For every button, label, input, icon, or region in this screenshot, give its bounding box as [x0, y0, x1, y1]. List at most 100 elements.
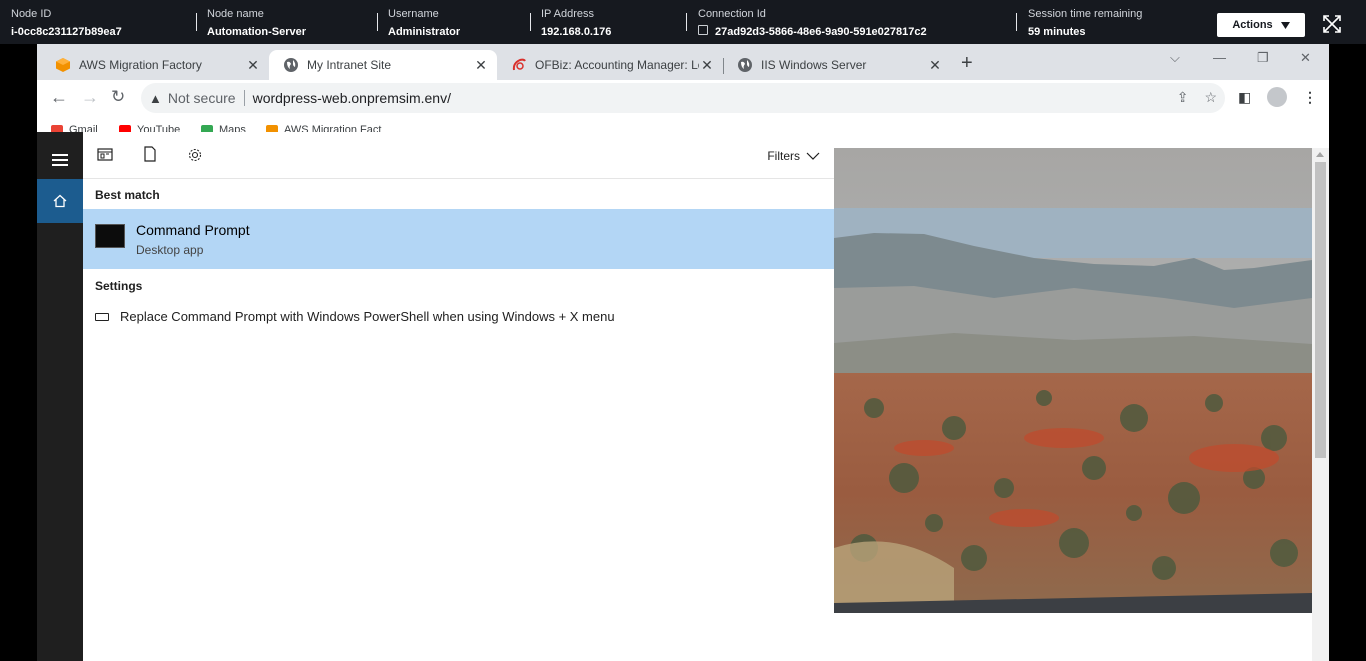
tab-search-icon[interactable]: ⌵	[1170, 50, 1180, 66]
ip-label: IP Address	[541, 8, 594, 20]
url-text[interactable]: wordpress-web.onpremsim.env/	[253, 90, 451, 106]
filters-label: Filters	[767, 149, 800, 163]
connection-id-field: Connection Id 27ad92d3-5866-48e6-9a90-59…	[698, 7, 927, 40]
browser-toolbar: ← → ↻ ▲ Not secure wordpress-web.onprems…	[37, 80, 1329, 116]
settings-heading: Settings	[95, 279, 143, 293]
youtube-icon	[119, 125, 131, 132]
close-window-icon[interactable]: ✕	[1300, 50, 1311, 66]
node-name-value: Automation-Server	[207, 26, 307, 38]
landscape-background-image	[834, 148, 1312, 613]
tab-title: IIS Windows Server	[761, 58, 867, 72]
chevron-down-icon	[806, 152, 820, 160]
close-icon[interactable]: ✕	[927, 57, 943, 74]
restore-icon[interactable]: ❐	[1257, 50, 1269, 66]
minimize-icon[interactable]: —	[1213, 50, 1226, 65]
result-subtitle: Desktop app	[136, 243, 204, 257]
profile-avatar[interactable]	[1267, 87, 1287, 107]
bookmark-star-icon[interactable]: ☆	[1204, 89, 1217, 106]
forward-icon[interactable]: →	[81, 87, 99, 108]
node-name-field: Node name Automation-Server	[207, 7, 306, 40]
tab-aws-migration-factory[interactable]: AWS Migration Factory ✕	[41, 50, 269, 80]
aws-cube-icon	[56, 58, 70, 72]
reload-icon[interactable]: ↻	[111, 87, 125, 107]
bookmarks-bar: Gmail YouTube Maps AWS Migration Fact	[37, 116, 1329, 132]
tab-title: OFBiz: Accounting Manager: Logi	[535, 58, 699, 72]
scrollbar[interactable]	[1312, 148, 1329, 661]
share-icon[interactable]: ⇪	[1177, 89, 1189, 106]
bookmark-gmail[interactable]: Gmail	[51, 124, 98, 132]
connection-id-label: Connection Id	[698, 8, 766, 20]
result-command-prompt[interactable]: Command Prompt Desktop app	[83, 209, 834, 269]
divider	[530, 13, 531, 31]
documents-scope-icon[interactable]	[144, 146, 156, 162]
globe-icon	[738, 58, 752, 72]
home-icon	[53, 194, 67, 208]
caret-down-icon	[1280, 21, 1290, 29]
time-remaining-label: Session time remaining	[1028, 8, 1143, 20]
bookmark-youtube[interactable]: YouTube	[119, 124, 180, 132]
actions-button[interactable]: Actions	[1217, 13, 1305, 37]
search-scope-bar: Filters	[83, 132, 834, 179]
actions-label: Actions	[1232, 19, 1273, 31]
globe-icon	[284, 58, 298, 72]
address-bar[interactable]: ▲ Not secure wordpress-web.onpremsim.env…	[141, 83, 1225, 113]
browser-window: AWS Migration Factory ✕ My Intranet Site…	[37, 44, 1329, 661]
time-remaining-value: 59 minutes	[1028, 26, 1086, 38]
node-id-value: i-0cc8c231127b89ea7	[11, 26, 122, 38]
scroll-up-icon[interactable]	[1316, 152, 1324, 157]
tab-title: AWS Migration Factory	[79, 58, 202, 72]
command-prompt-icon	[95, 224, 125, 248]
settings-result-label: Replace Command Prompt with Windows Powe…	[120, 309, 615, 324]
divider	[196, 13, 197, 31]
close-icon[interactable]: ✕	[699, 57, 715, 74]
node-id-field: Node ID i-0cc8c231127b89ea7	[11, 7, 122, 40]
settings-gear-icon[interactable]	[187, 147, 203, 163]
divider	[243, 90, 245, 106]
tab-title: My Intranet Site	[307, 58, 392, 72]
menu-dots-icon[interactable]: ⋮	[1303, 89, 1317, 106]
bookmark-aws-migration-factory[interactable]: AWS Migration Fact	[266, 124, 381, 132]
time-remaining-field: Session time remaining 59 minutes	[1028, 7, 1142, 40]
aws-cube-icon	[266, 125, 278, 132]
new-tab-icon[interactable]: +	[961, 52, 973, 75]
filters-button[interactable]: Filters	[767, 149, 820, 163]
start-left-rail	[37, 132, 83, 661]
search-results-panel: Filters Best match Command Prompt Deskto…	[83, 132, 834, 661]
username-value: Administrator	[388, 26, 461, 38]
tab-iis-windows-server[interactable]: IIS Windows Server ✕	[723, 50, 951, 80]
settings-result-item[interactable]: Replace Command Prompt with Windows Powe…	[95, 309, 615, 324]
warning-icon[interactable]: ▲	[149, 91, 162, 106]
gmail-icon	[51, 125, 63, 132]
ip-value: 192.168.0.176	[541, 26, 612, 38]
divider	[686, 13, 687, 31]
scrollbar-thumb[interactable]	[1315, 162, 1326, 458]
username-field: Username Administrator	[388, 7, 460, 40]
tab-ofbiz[interactable]: OFBiz: Accounting Manager: Logi ✕	[497, 50, 723, 80]
apps-scope-icon[interactable]	[97, 148, 113, 161]
divider	[1016, 13, 1017, 31]
close-icon[interactable]: ✕	[245, 57, 261, 74]
node-id-label: Node ID	[11, 8, 52, 20]
divider	[377, 13, 378, 31]
security-label[interactable]: Not secure	[168, 90, 236, 106]
ofbiz-icon	[512, 58, 526, 71]
hamburger-menu-icon[interactable]	[52, 154, 68, 169]
tab-my-intranet-site[interactable]: My Intranet Site ✕	[269, 50, 497, 80]
back-icon[interactable]: ←	[50, 87, 68, 108]
ip-field: IP Address 192.168.0.176	[541, 7, 611, 40]
fullscreen-icon[interactable]	[1322, 14, 1342, 34]
copy-icon[interactable]	[698, 25, 708, 35]
tab-strip: AWS Migration Factory ✕ My Intranet Site…	[37, 44, 1329, 80]
home-button[interactable]	[37, 179, 83, 223]
best-match-heading: Best match	[95, 188, 160, 202]
result-title: Command Prompt	[136, 222, 250, 238]
connection-id-value: 27ad92d3-5866-48e6-9a90-591e027817c2	[715, 26, 927, 38]
node-name-label: Node name	[207, 8, 264, 20]
address-bar-actions: ⇪ ☆	[1177, 89, 1217, 106]
taskbar-settings-icon	[95, 312, 109, 321]
bookmark-maps[interactable]: Maps	[201, 124, 246, 132]
username-label: Username	[388, 8, 439, 20]
side-panel-icon[interactable]: ◧	[1238, 89, 1251, 106]
maps-icon	[201, 125, 213, 132]
close-icon[interactable]: ✕	[473, 57, 489, 74]
